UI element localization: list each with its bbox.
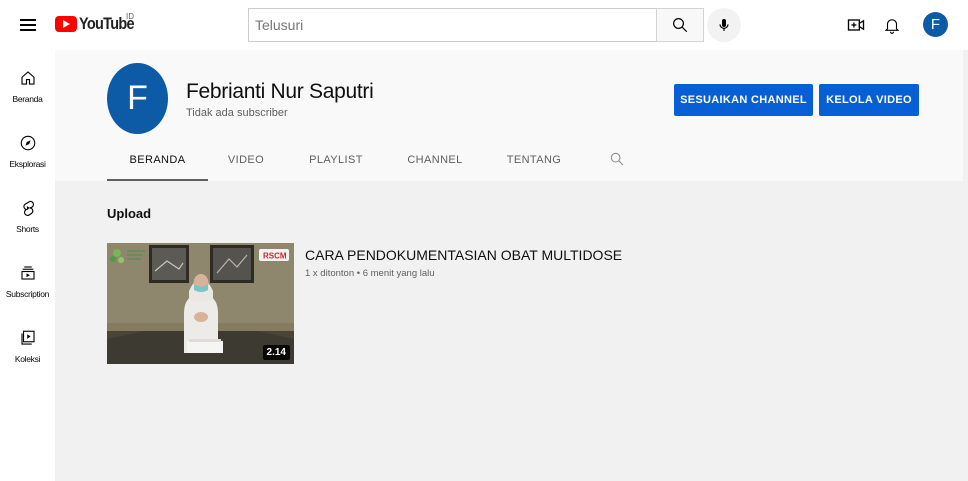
channel-name: Febrianti Nur Saputri — [186, 80, 374, 103]
sidebar-item-label: Eksplorasi — [9, 159, 46, 169]
voice-search-button[interactable] — [707, 8, 741, 42]
video-card[interactable]: RSCM 2.14 CARA PENDOKUMENTASIAN OBAT MUL… — [107, 243, 627, 365]
region-code: ID — [126, 12, 134, 21]
sidebar-item-label: Koleksi — [14, 354, 41, 364]
main-content: F Febrianti Nur Saputri Tidak ada subscr… — [55, 50, 968, 481]
sidebar-item-label: Shorts — [16, 224, 39, 234]
customize-channel-button[interactable]: SESUAIKAN CHANNEL — [674, 84, 813, 116]
create-video-button[interactable] — [844, 13, 868, 37]
top-bar: YouTube ID F — [0, 0, 968, 50]
tab-beranda[interactable]: BERANDA — [107, 147, 208, 181]
channel-search-icon[interactable] — [609, 151, 629, 171]
search-input[interactable] — [249, 9, 656, 41]
create-video-icon — [847, 19, 865, 31]
tab-video[interactable]: VIDEO — [210, 147, 282, 181]
sidebar-item-label: Subscription — [5, 289, 50, 299]
shorts-icon — [18, 198, 38, 218]
sidebar-item-shorts[interactable]: Shorts — [0, 180, 55, 242]
video-meta: 1 x ditonton • 6 menit yang lalu — [305, 268, 435, 279]
sidebar-item-beranda[interactable]: Beranda — [0, 50, 55, 112]
search-box — [248, 8, 656, 42]
sidebar-item-eksplorasi[interactable]: Eksplorasi — [0, 115, 55, 177]
tab-tentang[interactable]: TENTANG — [491, 147, 577, 181]
home-icon — [18, 68, 38, 88]
channel-avatar: F — [107, 63, 168, 134]
video-duration: 2.14 — [262, 345, 290, 360]
search-icon — [673, 18, 688, 33]
section-title-upload: Upload — [107, 206, 152, 221]
tab-channel[interactable]: CHANNEL — [393, 147, 477, 181]
video-title[interactable]: CARA PENDOKUMENTASIAN OBAT MULTIDOSE — [305, 247, 622, 263]
notifications-button[interactable] — [880, 13, 904, 37]
menu-icon[interactable] — [16, 13, 40, 37]
page-scrollbar[interactable] — [963, 50, 968, 405]
sidebar-item-subscription[interactable]: Subscription — [0, 245, 55, 307]
subscriptions-icon — [18, 263, 38, 283]
subscriber-count: Tidak ada subscriber — [186, 107, 288, 119]
search-button[interactable] — [656, 8, 704, 42]
play-logo-icon — [55, 16, 77, 32]
library-icon — [18, 328, 38, 348]
bell-icon — [884, 19, 900, 34]
sidebar-item-label: Beranda — [12, 94, 43, 104]
video-thumbnail[interactable]: RSCM 2.14 — [107, 243, 294, 364]
microphone-icon — [719, 19, 729, 31]
compass-icon — [18, 133, 38, 153]
svg-text:RSCM: RSCM — [263, 252, 287, 261]
sidebar: Beranda Eksplorasi Shorts Subscription K… — [0, 50, 55, 481]
channel-header: F Febrianti Nur Saputri Tidak ada subscr… — [55, 50, 968, 181]
manage-videos-button[interactable]: KELOLA VIDEO — [819, 84, 919, 116]
tab-playlist[interactable]: PLAYLIST — [295, 147, 377, 181]
account-avatar[interactable]: F — [923, 12, 948, 37]
sidebar-item-koleksi[interactable]: Koleksi — [0, 310, 55, 372]
